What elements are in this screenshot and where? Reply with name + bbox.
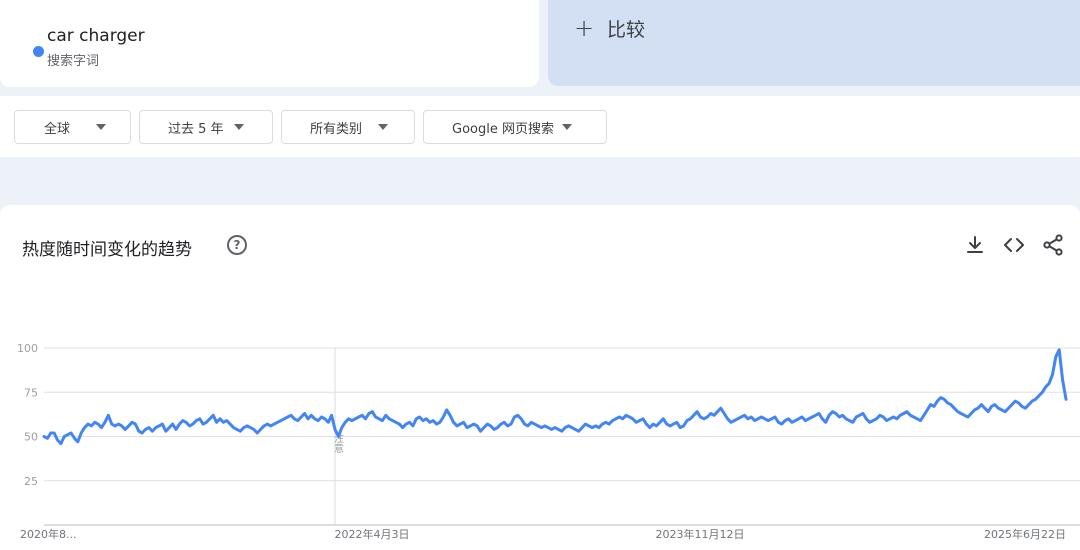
chevron-down-icon — [96, 124, 107, 130]
chevron-down-icon — [233, 124, 244, 130]
interest-over-time-card: 热度随时间变化的趋势 ? 25 50 75 100 注意 2020年8... 2022年4月… — [0, 205, 1080, 550]
x-tick-label: 2023年11月12日 — [656, 527, 745, 541]
category-filter-label: 所有类别 — [310, 121, 363, 137]
region-filter[interactable]: 全球 — [14, 110, 131, 144]
y-tick-label: 50 — [24, 431, 38, 444]
category-filter[interactable]: 所有类别 — [281, 110, 415, 144]
x-tick-label: 2022年4月3日 — [335, 527, 410, 541]
compare-button[interactable]: 比较 — [607, 15, 645, 42]
series-line — [42, 348, 1068, 446]
x-tick-label: 2020年8... — [20, 527, 76, 541]
chevron-down-icon — [378, 124, 389, 130]
filter-bar: 全球 过去 5 年 所有类别 Google 网页搜索 — [0, 96, 1080, 157]
y-tick-label: 100 — [17, 342, 38, 355]
region-filter-label: 全球 — [44, 121, 71, 137]
search-term-type: 搜索字词 — [47, 54, 100, 69]
interest-line-chart[interactable]: 255075100注意2020年8... 2022年4月3日 2023年11月12日… — [0, 205, 1080, 550]
compare-card[interactable] — [548, 0, 1080, 86]
x-tick-label: 2025年6月22日 — [984, 527, 1066, 541]
chevron-down-icon — [561, 124, 572, 130]
time-range-filter-label: 过去 5 年 — [168, 121, 224, 137]
y-tick-label: 25 — [24, 475, 38, 488]
y-tick-label: 75 — [24, 386, 38, 399]
search-term-name[interactable]: car charger — [47, 26, 145, 46]
series-color-dot — [33, 46, 44, 57]
search-type-filter[interactable]: Google 网页搜索 — [423, 110, 607, 144]
search-type-filter-label: Google 网页搜索 — [452, 121, 554, 137]
add-icon[interactable]: + — [574, 14, 594, 42]
time-range-filter[interactable]: 过去 5 年 — [139, 110, 273, 144]
